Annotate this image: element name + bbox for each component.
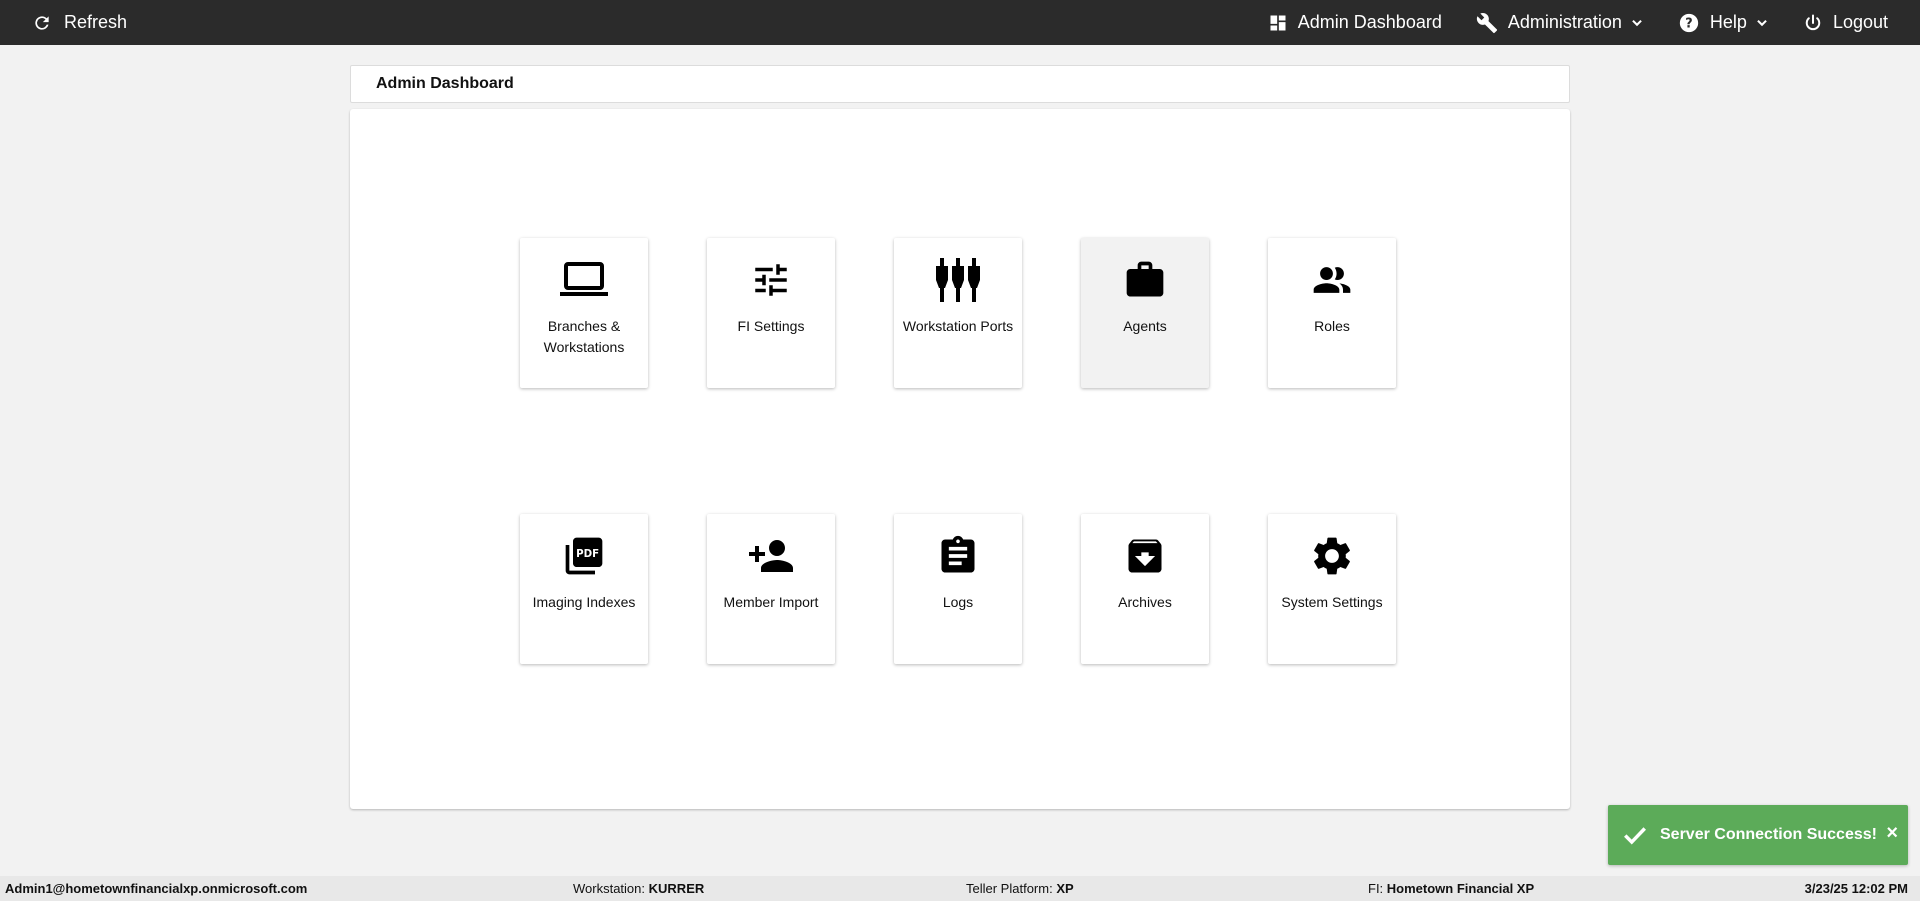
nav-administration[interactable]: Administration: [1476, 12, 1644, 34]
power-icon: [1805, 14, 1821, 30]
tile-label: Logs: [942, 594, 974, 610]
nav-admin-dashboard-label: Admin Dashboard: [1297, 12, 1442, 32]
svg-text:?: ?: [1685, 16, 1692, 31]
tile-label: Roles: [1314, 318, 1350, 334]
gear-icon: [1309, 532, 1355, 580]
help-icon: ?: [1679, 13, 1699, 32]
tile-branches-workstations[interactable]: Branches & Workstations: [520, 238, 648, 388]
top-nav: Admin Dashboard Administration ? Help Lo…: [1234, 0, 1888, 45]
status-platform: Teller Platform: XP: [966, 881, 1074, 896]
tile-roles[interactable]: Roles: [1268, 238, 1396, 388]
tile-label: System Settings: [1281, 594, 1383, 610]
refresh-button[interactable]: Refresh: [32, 12, 127, 33]
tile-label: Member Import: [723, 594, 819, 610]
tile-label: Agents: [1123, 318, 1167, 334]
person-add-icon: [747, 532, 795, 580]
close-icon[interactable]: ×: [1886, 822, 1898, 845]
tile-label: Archives: [1118, 594, 1172, 610]
status-bar: Admin1@hometownfinancialxp.onmicrosoft.c…: [0, 876, 1920, 901]
refresh-label: Refresh: [64, 12, 128, 32]
tile-agents[interactable]: Agents: [1081, 238, 1209, 388]
chevron-down-icon: [1632, 19, 1642, 26]
tile-fi-settings[interactable]: FI Settings: [707, 238, 835, 388]
tile-label: Branches & Workstations: [543, 318, 625, 355]
status-fi: FI: Hometown Financial XP: [1368, 881, 1535, 896]
page-header: Admin Dashboard: [350, 65, 1570, 103]
nav-logout[interactable]: Logout: [1803, 12, 1888, 33]
page-title: Admin Dashboard: [376, 75, 514, 92]
nav-logout-label: Logout: [1832, 12, 1888, 32]
nav-help[interactable]: ? Help: [1678, 12, 1769, 34]
tile-member-import[interactable]: Member Import: [707, 514, 835, 664]
dashboard-icon: [1270, 15, 1286, 30]
chevron-down-icon: [1757, 19, 1767, 26]
refresh-icon: [35, 15, 49, 30]
status-datetime: 3/23/25 12:02 PM: [1804, 881, 1908, 896]
briefcase-icon: [1123, 256, 1167, 304]
tile-label: Imaging Indexes: [532, 594, 636, 610]
wrench-icon: [1476, 12, 1497, 33]
check-icon: [1624, 827, 1647, 845]
clipboard-icon: [936, 532, 980, 580]
nav-admin-dashboard[interactable]: Admin Dashboard: [1268, 12, 1442, 33]
tile-workstation-ports[interactable]: Workstation Ports: [894, 238, 1022, 388]
tile-system-settings[interactable]: System Settings: [1268, 514, 1396, 664]
tile-label: Workstation Ports: [902, 318, 1014, 334]
status-workstation: Workstation: KURRER: [573, 881, 705, 896]
laptop-icon: [559, 256, 609, 304]
svg-text:PDF: PDF: [576, 548, 599, 560]
pdf-icon: PDF: [562, 532, 606, 580]
tile-archives[interactable]: Archives: [1081, 514, 1209, 664]
people-icon: [1310, 256, 1354, 304]
tile-imaging-indexes[interactable]: PDF Imaging Indexes: [520, 514, 648, 664]
tile-logs[interactable]: Logs: [894, 514, 1022, 664]
status-user: Admin1@hometownfinancialxp.onmicrosoft.c…: [5, 881, 308, 896]
tile-label: FI Settings: [737, 318, 805, 334]
tune-icon: [750, 256, 792, 304]
dashboard-panel: Branches & Workstations FI Settings Work…: [350, 109, 1570, 809]
success-toast: Server Connection Success! ×: [1608, 805, 1908, 865]
tile-grid: Branches & Workstations FI Settings Work…: [520, 238, 1396, 664]
nav-help-label: Help: [1709, 12, 1747, 32]
nav-administration-label: Administration: [1507, 12, 1622, 32]
archive-icon: [1123, 532, 1167, 580]
toast-message: Server Connection Success!: [1660, 826, 1877, 843]
ports-icon: [934, 256, 982, 304]
top-bar: Refresh Admin Dashboard Administration ?…: [0, 0, 1920, 45]
